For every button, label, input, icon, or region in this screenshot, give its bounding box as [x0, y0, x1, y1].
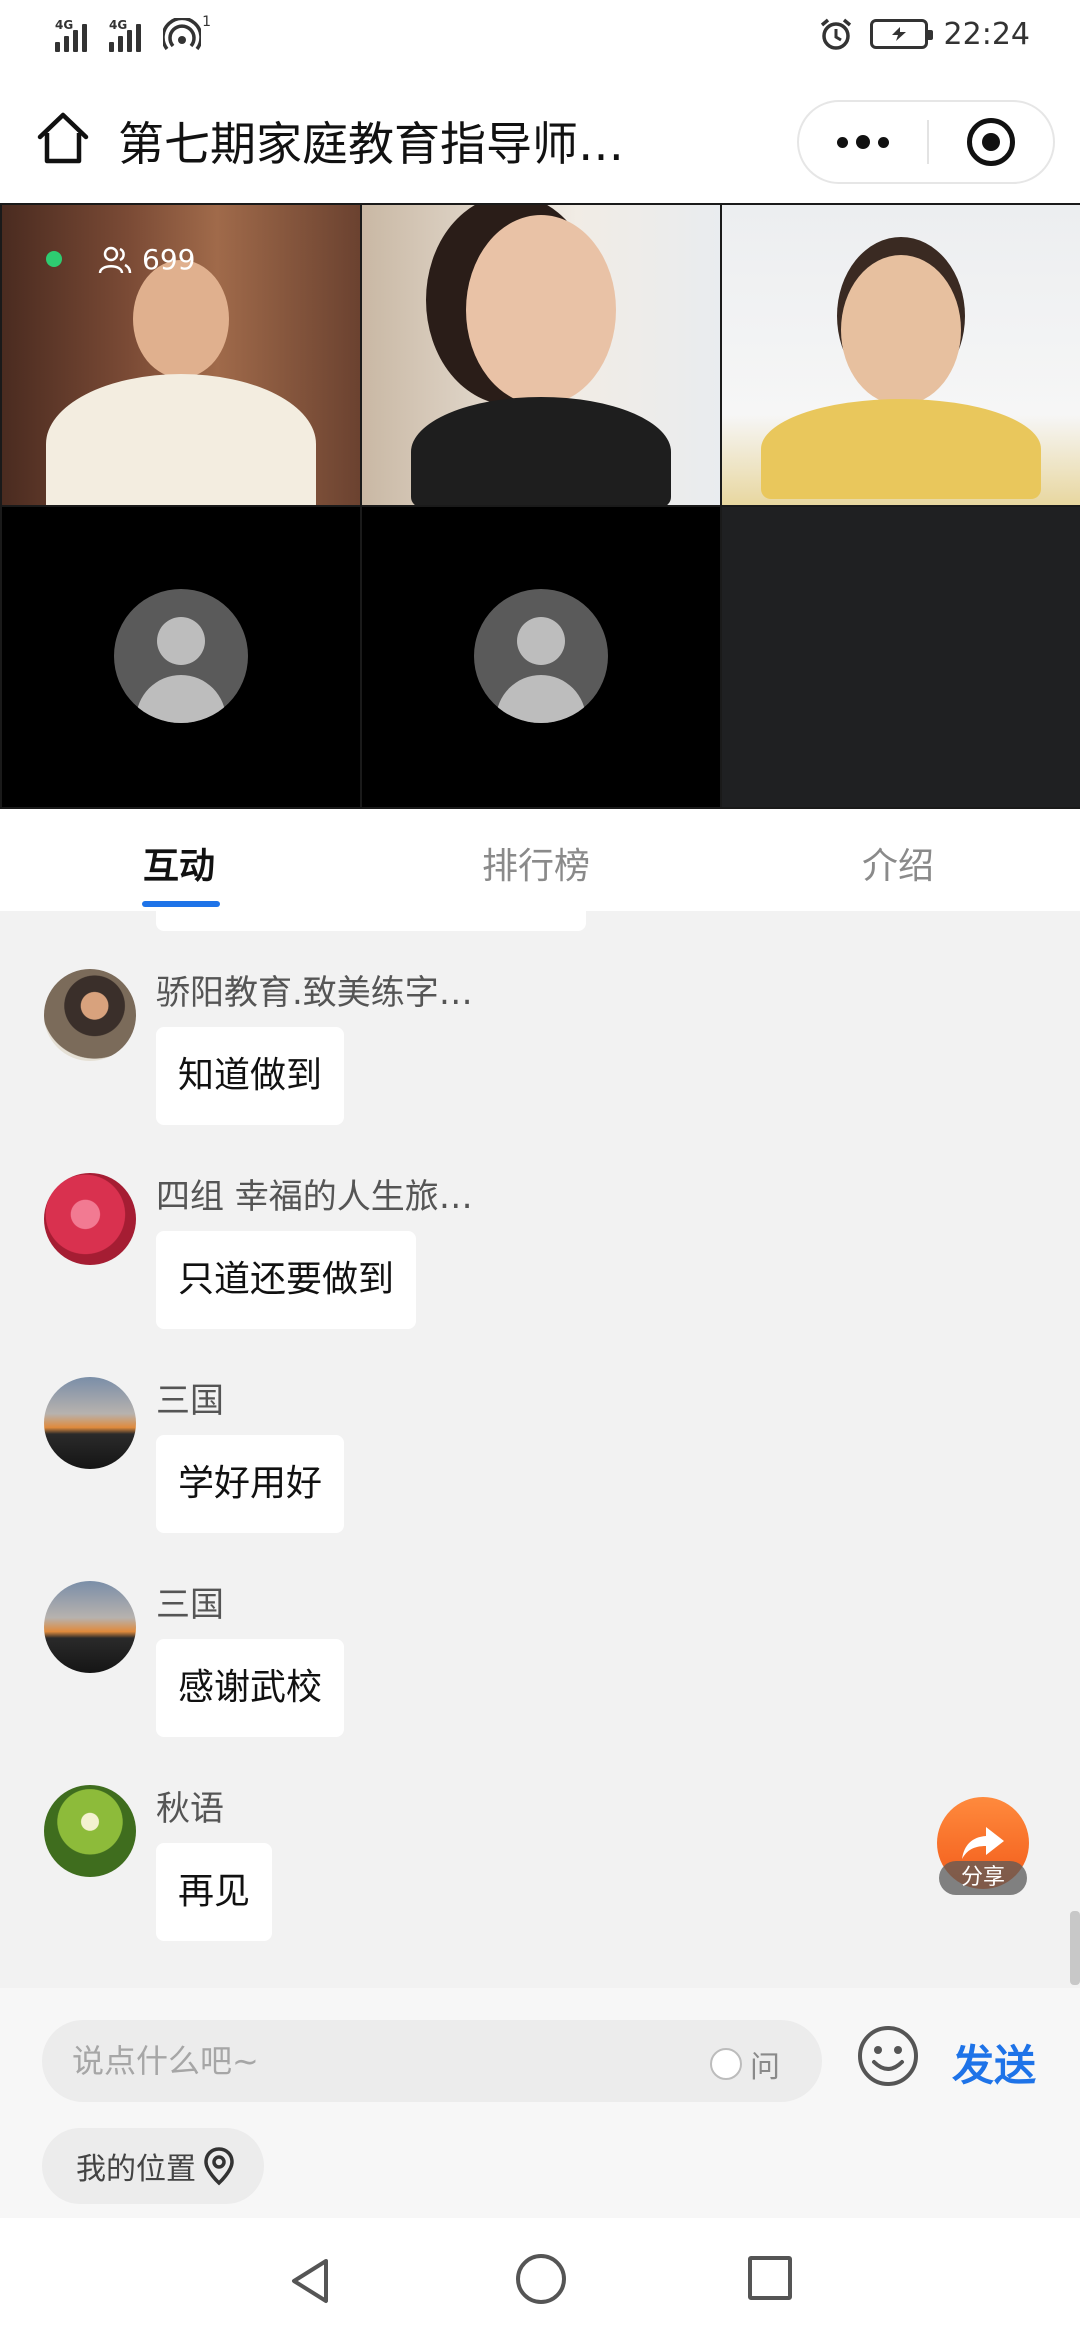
chat-message: 三国 学好用好 — [44, 1377, 944, 1577]
chat-message: 骄阳教育.致美练字… 知道做到 — [44, 969, 944, 1169]
ask-question-toggle[interactable]: 问 — [710, 2042, 780, 2086]
video-grid: 699 — [0, 203, 1080, 809]
participant-video — [411, 215, 671, 505]
chat-message: 秋语 再见 — [44, 1785, 944, 1985]
message-bubble: 只道还要做到 — [156, 1231, 417, 1329]
chat-scrollbar[interactable] — [1070, 1911, 1080, 1985]
video-tile-2[interactable] — [362, 205, 720, 505]
participant-video — [761, 255, 1041, 499]
more-button[interactable] — [799, 102, 927, 182]
message-bubble: 感谢武校 — [156, 1639, 345, 1737]
avatar[interactable] — [44, 1785, 136, 1877]
live-indicator — [46, 251, 62, 267]
message-bubble: 再见 — [156, 1843, 273, 1941]
message-bubble: 知道做到 — [156, 1027, 345, 1125]
network-type-2: 4G — [109, 18, 128, 32]
message-bubble: 学好用好 — [156, 1435, 345, 1533]
status-bar: 4G 4G 1 22:24 — [0, 0, 1080, 75]
ask-radio-icon — [710, 2048, 742, 2080]
hotspot-count: 1 — [202, 14, 211, 30]
network-type-1: 4G — [55, 18, 74, 32]
default-avatar-icon — [474, 589, 608, 723]
home-nav-icon[interactable] — [516, 2254, 566, 2304]
video-tile-empty — [722, 507, 1080, 807]
battery-icon — [869, 19, 933, 49]
avatar[interactable] — [44, 1377, 136, 1469]
more-dot-icon — [878, 136, 889, 148]
input-area: 问 发送 我的位置 — [0, 1988, 1080, 2218]
video-tile-5[interactable] — [362, 507, 720, 807]
default-avatar-icon — [114, 589, 248, 723]
participant-video — [46, 260, 316, 505]
alarm-icon — [820, 18, 851, 50]
header: 第七期家庭教育指导师… — [0, 75, 1080, 203]
status-right: 22:24 — [818, 16, 1030, 52]
message-nickname: 三国 — [156, 1585, 224, 1625]
hotspot-icon: 1 — [161, 14, 211, 52]
avatar[interactable] — [44, 1173, 136, 1265]
tab-intro[interactable]: 介绍 — [862, 837, 934, 889]
viewers-icon — [98, 246, 132, 274]
location-label: 我的位置 — [76, 2152, 196, 2187]
status-left: 4G 4G 1 — [55, 14, 211, 52]
avatar[interactable] — [44, 969, 136, 1061]
avatar[interactable] — [44, 1581, 136, 1673]
message-nickname: 三国 — [156, 1381, 224, 1421]
video-tile-3[interactable] — [722, 205, 1080, 505]
video-tile-4[interactable] — [2, 507, 360, 807]
back-icon[interactable] — [286, 2256, 334, 2306]
my-location-button[interactable]: 我的位置 — [42, 2128, 264, 2204]
previous-message-bubble — [156, 911, 586, 931]
chat-message: 三国 感谢武校 — [44, 1581, 944, 1781]
share-button[interactable]: 分享 — [937, 1797, 1029, 1907]
emoji-icon[interactable] — [856, 2024, 920, 2088]
share-label: 分享 — [939, 1861, 1027, 1895]
message-nickname: 秋语 — [156, 1789, 224, 1829]
chat-message: 四组 幸福的人生旅… 只道还要做到 — [44, 1173, 944, 1373]
system-nav-bar — [0, 2218, 1080, 2340]
more-dot-icon — [856, 135, 870, 149]
comment-input[interactable] — [72, 2020, 692, 2102]
video-tile-host[interactable]: 699 — [2, 205, 360, 505]
location-pin-icon — [204, 2147, 234, 2186]
ask-label: 问 — [750, 2050, 780, 2085]
chat-list[interactable]: 骄阳教育.致美练字… 知道做到 四组 幸福的人生旅… 只道还要做到 三国 学好用… — [0, 911, 1080, 1988]
more-dot-icon — [837, 136, 848, 148]
send-button[interactable]: 发送 — [952, 2032, 1036, 2093]
home-icon[interactable] — [34, 109, 92, 167]
comment-input-box: 问 — [42, 2020, 822, 2102]
target-icon — [967, 118, 1015, 166]
viewer-count: 699 — [142, 243, 196, 276]
mini-program-capsule — [797, 100, 1055, 184]
page-title: 第七期家庭教育指导师… — [118, 117, 624, 171]
message-nickname: 骄阳教育.致美练字… — [156, 973, 473, 1013]
tab-bar: 互动 排行榜 介绍 — [0, 809, 1080, 911]
signal-icon: 4G — [55, 18, 87, 52]
message-nickname: 四组 幸福的人生旅… — [156, 1177, 473, 1217]
close-mini-program-button[interactable] — [929, 102, 1053, 182]
signal-icon-2: 4G — [109, 18, 141, 52]
clock: 22:24 — [943, 16, 1030, 52]
recent-apps-icon[interactable] — [748, 2256, 792, 2300]
active-tab-indicator — [142, 901, 220, 907]
tab-interaction[interactable]: 互动 — [143, 837, 215, 889]
tab-leaderboard[interactable]: 排行榜 — [482, 837, 590, 889]
